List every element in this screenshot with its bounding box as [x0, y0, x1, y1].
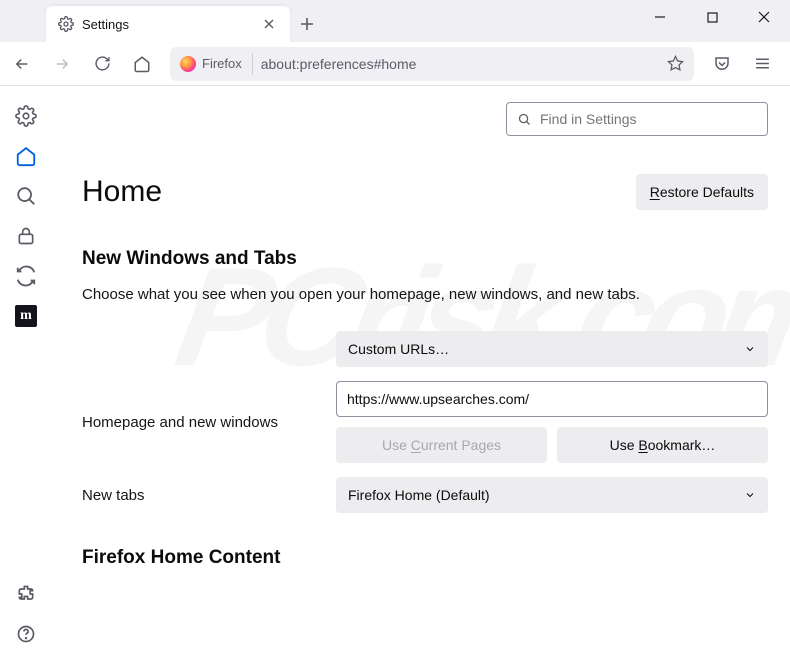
chevron-down-icon [744, 343, 756, 355]
nav-toolbar: Firefox about:preferences#home [0, 42, 790, 86]
sidebar-item-extensions[interactable] [8, 576, 44, 612]
homepage-row-label: Homepage and new windows [82, 414, 336, 431]
restore-defaults-button[interactable]: RRestore Defaultsestore Defaults [636, 174, 768, 210]
close-window-button[interactable] [738, 0, 790, 34]
search-icon [517, 112, 532, 127]
url-text: about:preferences#home [261, 56, 659, 72]
mozilla-icon: m [15, 305, 37, 327]
chevron-down-icon [744, 489, 756, 501]
back-button[interactable] [4, 48, 40, 80]
bookmark-star-icon[interactable] [667, 55, 684, 72]
sidebar-item-sync[interactable] [8, 258, 44, 294]
section-firefox-home-title: Firefox Home Content [82, 547, 768, 569]
newtabs-value: Firefox Home (Default) [348, 487, 490, 503]
maximize-button[interactable] [686, 0, 738, 34]
tab-title: Settings [82, 17, 252, 32]
section-new-windows-title: New Windows and Tabs [82, 248, 768, 270]
window-titlebar: Settings [0, 0, 790, 42]
url-bar[interactable]: Firefox about:preferences#home [170, 47, 694, 81]
sidebar-item-home[interactable] [8, 138, 44, 174]
sidebar-item-help[interactable] [8, 616, 44, 652]
firefox-logo-icon [180, 56, 196, 72]
settings-content: PCrisk.com m Home RRestore Defaultsestor… [0, 86, 790, 652]
app-menu-button[interactable] [744, 48, 780, 80]
sidebar-item-search[interactable] [8, 178, 44, 214]
homepage-mode-select[interactable]: Custom URLs… [336, 331, 768, 367]
gear-icon [58, 16, 74, 32]
sidebar-item-privacy[interactable] [8, 218, 44, 254]
settings-main: Home RRestore Defaultsestore Defaults Ne… [52, 86, 790, 652]
tab-close-button[interactable] [260, 15, 278, 33]
minimize-button[interactable] [634, 0, 686, 34]
settings-search-input[interactable] [540, 111, 757, 127]
settings-sidebar: m [0, 86, 52, 652]
identity-text: Firefox [202, 56, 242, 71]
sidebar-item-general[interactable] [8, 98, 44, 134]
section-new-windows-desc: Choose what you see when you open your h… [82, 284, 768, 305]
settings-search[interactable] [506, 102, 768, 136]
reload-button[interactable] [84, 48, 120, 80]
new-tab-button[interactable] [290, 6, 324, 42]
homepage-url-input[interactable] [336, 381, 768, 417]
tab-bar: Settings [46, 6, 324, 42]
pocket-button[interactable] [704, 48, 740, 80]
page-title: Home [82, 175, 162, 209]
home-button[interactable] [124, 48, 160, 80]
newtabs-label: New tabs [82, 487, 336, 504]
tab-settings[interactable]: Settings [46, 6, 290, 42]
forward-button[interactable] [44, 48, 80, 80]
newtabs-select[interactable]: Firefox Home (Default) [336, 477, 768, 513]
homepage-mode-value: Custom URLs… [348, 341, 449, 357]
identity-box[interactable]: Firefox [180, 53, 253, 75]
use-current-pages-button[interactable]: Use Current Pages [336, 427, 547, 463]
sidebar-item-more-mozilla[interactable]: m [8, 298, 44, 334]
use-bookmark-button[interactable]: Use Bookmark… [557, 427, 768, 463]
window-controls [634, 0, 790, 34]
